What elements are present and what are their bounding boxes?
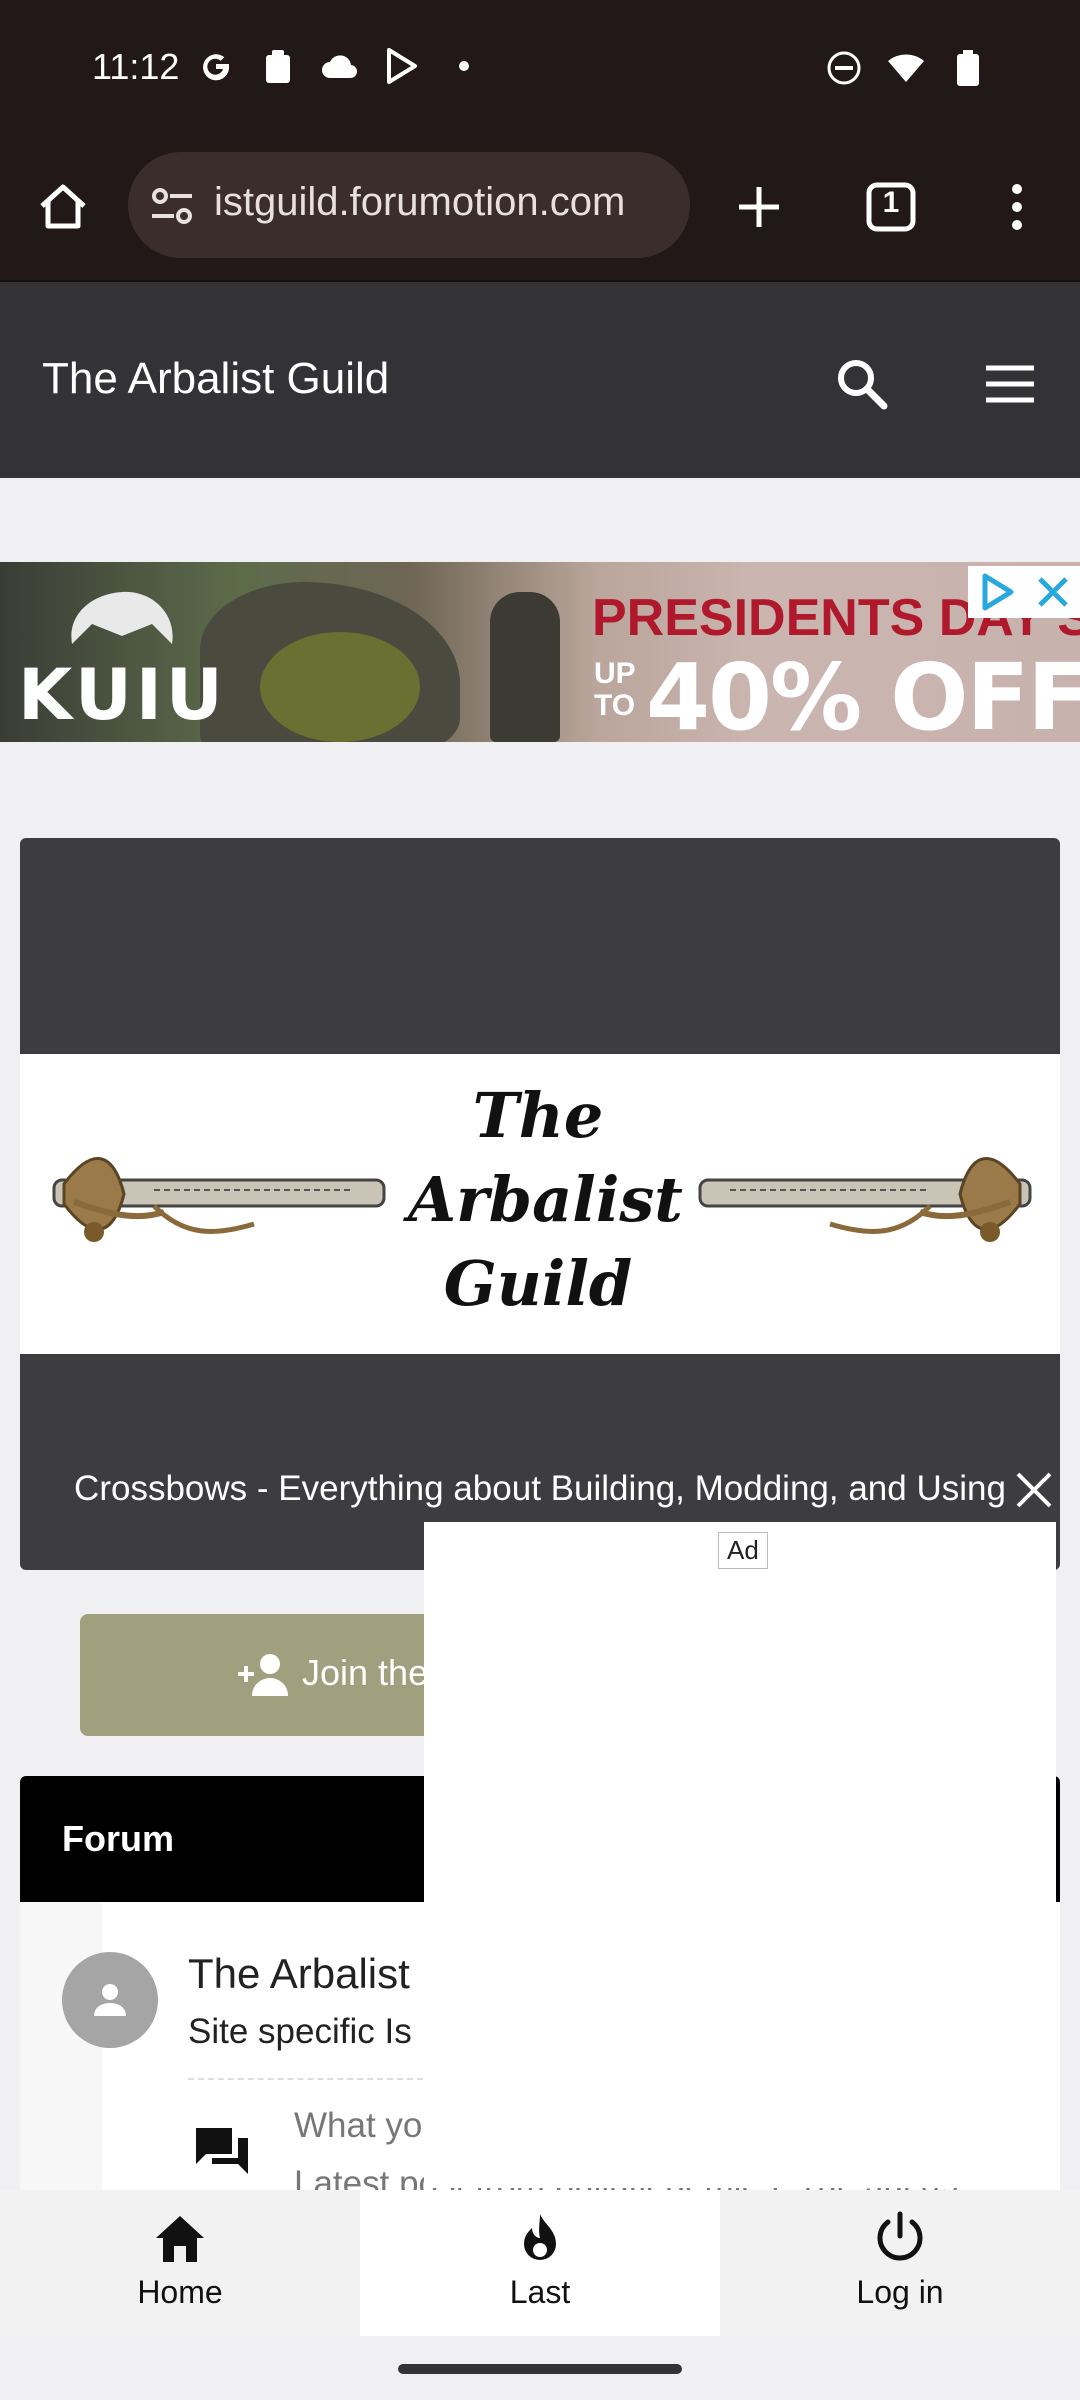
google-icon [196,46,236,86]
home-icon [156,2216,204,2262]
ad-hunter-image [490,592,560,742]
tab-switcher-button[interactable]: 1 [858,174,924,240]
power-icon [877,2211,923,2261]
forum-chat-icon [196,2128,248,2174]
address-bar[interactable]: istguild.forumotion.com [128,152,690,258]
forum-description-line1: Crossbows - Everything about Building, M… [74,1469,1006,1508]
gesture-bar [0,2336,1080,2400]
nav-login[interactable]: Log in [720,2190,1080,2336]
site-header: The Arbalist Guild [0,282,1080,478]
flame-icon [524,2214,556,2260]
join-button-label: Join the [302,1652,429,1693]
ad-brand: KUIU [18,654,227,736]
hamburger-menu-icon[interactable] [978,352,1042,416]
ad-close-icon[interactable] [1034,573,1072,611]
forum-header-label: Forum [62,1818,174,1859]
popup-ad-label: Ad [718,1532,768,1569]
ad-choices[interactable] [968,566,1080,618]
forum-item-description: Site specific Is [188,2012,412,2051]
forum-banner: The Arbalist Guild Crossbows - Everythin… [20,838,1060,1570]
logo-text-guild: Guild [443,1247,633,1320]
status-bar: 11:12 [0,0,1080,136]
adchoices-icon[interactable] [977,572,1017,612]
add-user-icon [238,1654,288,1696]
ad-moss-image [260,632,420,742]
nav-login-label: Log in [856,2274,944,2310]
crossbow-right-image [698,1157,1032,1242]
bottom-nav: Home Last Log in [0,2190,1080,2336]
nav-last[interactable]: Last [360,2190,720,2336]
ad-discount: 40% OFF [646,644,1080,742]
crossbow-left-image [52,1157,386,1242]
nav-home[interactable]: Home [0,2190,360,2336]
user-icon [94,1984,126,2016]
url-text[interactable]: istguild.forumotion.com [214,180,674,225]
site-settings-icon[interactable] [148,182,196,230]
logo-text-the: The [472,1079,604,1152]
nav-home-label: Home [137,2274,223,2310]
home-outline-icon [40,184,86,229]
nav-last-label: Last [509,2274,571,2310]
popup-ad[interactable]: Ad [424,1522,1056,2188]
dot-icon [444,46,484,86]
cloud-icon [320,46,360,86]
battery-icon [948,48,988,88]
new-tab-button[interactable] [726,174,792,240]
popup-close-icon[interactable] [1012,1468,1056,1512]
status-time: 11:12 [92,46,180,87]
logo-text-arbalist: Arbalist [408,1163,683,1236]
gesture-handle[interactable] [398,2364,682,2374]
more-vert-icon [1012,184,1022,230]
kuiu-logo-icon [71,591,173,644]
wifi-icon [886,48,926,88]
play-store-icon [382,46,422,86]
search-icon[interactable] [830,352,894,416]
site-title[interactable]: The Arbalist Guild [42,354,389,404]
home-button[interactable] [30,174,96,240]
overflow-menu-button[interactable] [984,174,1050,240]
ad-up-to: UP TO [594,657,636,722]
forum-logo-strip: The Arbalist Guild [20,1054,1060,1354]
tab-count: 1 [882,186,900,219]
forum-left-column [20,1902,102,2202]
forum-logo-text: The Arbalist Guild [408,1074,683,1326]
do-not-disturb-icon [824,48,864,88]
clipboard-icon [258,46,298,86]
forum-item-title[interactable]: The Arbalist [188,1950,410,1998]
plus-icon [739,187,779,227]
ad-banner[interactable]: KUIU PRESIDENTS DAY SALE UP TO 40% OFF [0,562,1080,742]
avatar [62,1952,158,2048]
